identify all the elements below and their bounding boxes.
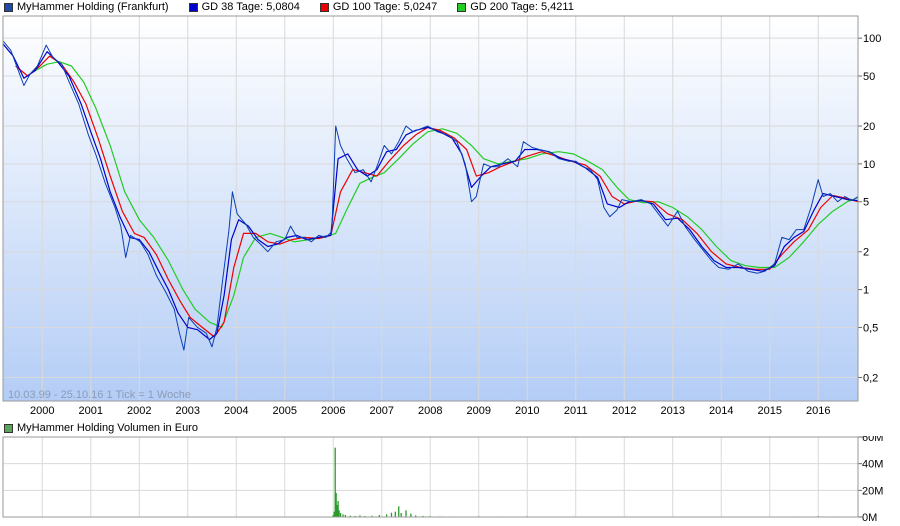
legend-volume-label: MyHammer Holding Volumen in Euro: [17, 422, 198, 434]
y-tick-label: 100: [863, 33, 881, 45]
volume-y-tick-label: 0M: [862, 512, 877, 524]
volume-y-tick-label: 20M: [862, 485, 883, 497]
legend-volume: MyHammer Holding Volumen in Euro: [4, 422, 198, 434]
y-tick-label: 2: [863, 247, 869, 259]
x-tick-label: 2001: [79, 405, 103, 417]
chart-page: MyHammer Holding (Frankfurt) GD 38 Tage:…: [0, 0, 900, 526]
range-info: 10.03.99 - 25.10.16 1 Tick = 1 Woche: [8, 389, 191, 401]
price-chart: 2000 2001 2002 2003 2004 2005 2006 2007 2008 2009…: [2, 15, 881, 417]
legend-volume-swatch: [4, 423, 13, 433]
x-tick-label: 2003: [176, 405, 200, 417]
y-tick-label: 1: [863, 285, 869, 297]
volume-chart-legend: MyHammer Holding Volumen in Euro: [4, 421, 218, 435]
y-tick-label: 0,5: [863, 322, 878, 334]
volume-chart: 0M 20M 40M 60M: [2, 436, 883, 524]
y-tick-label: 10: [863, 159, 875, 171]
x-tick-label: 2016: [806, 405, 830, 417]
x-tick-label: 2012: [612, 405, 636, 417]
y-tick-label: 5: [863, 197, 869, 209]
x-tick-label: 2013: [660, 405, 684, 417]
x-tick-label: 2004: [224, 405, 248, 417]
x-tick-label: 2014: [709, 405, 733, 417]
x-tick-label: 2008: [418, 405, 442, 417]
y-tick-label: 20: [863, 121, 875, 133]
x-tick-label: 2009: [467, 405, 491, 417]
x-tick-label: 2005: [273, 405, 297, 417]
x-tick-label: 2007: [370, 405, 394, 417]
volume-y-tick-label: 40M: [862, 459, 883, 471]
volume-y-tick-label: 60M: [862, 436, 883, 444]
x-tick-label: 2006: [321, 405, 345, 417]
x-tick-label: 2000: [30, 405, 54, 417]
x-tick-label: 2011: [564, 405, 588, 417]
y-tick-label: 50: [863, 71, 875, 83]
x-tick-label: 2010: [515, 405, 539, 417]
x-tick-label: 2002: [127, 405, 151, 417]
y-tick-label: 0,2: [863, 372, 878, 384]
x-tick-label: 2015: [757, 405, 781, 417]
